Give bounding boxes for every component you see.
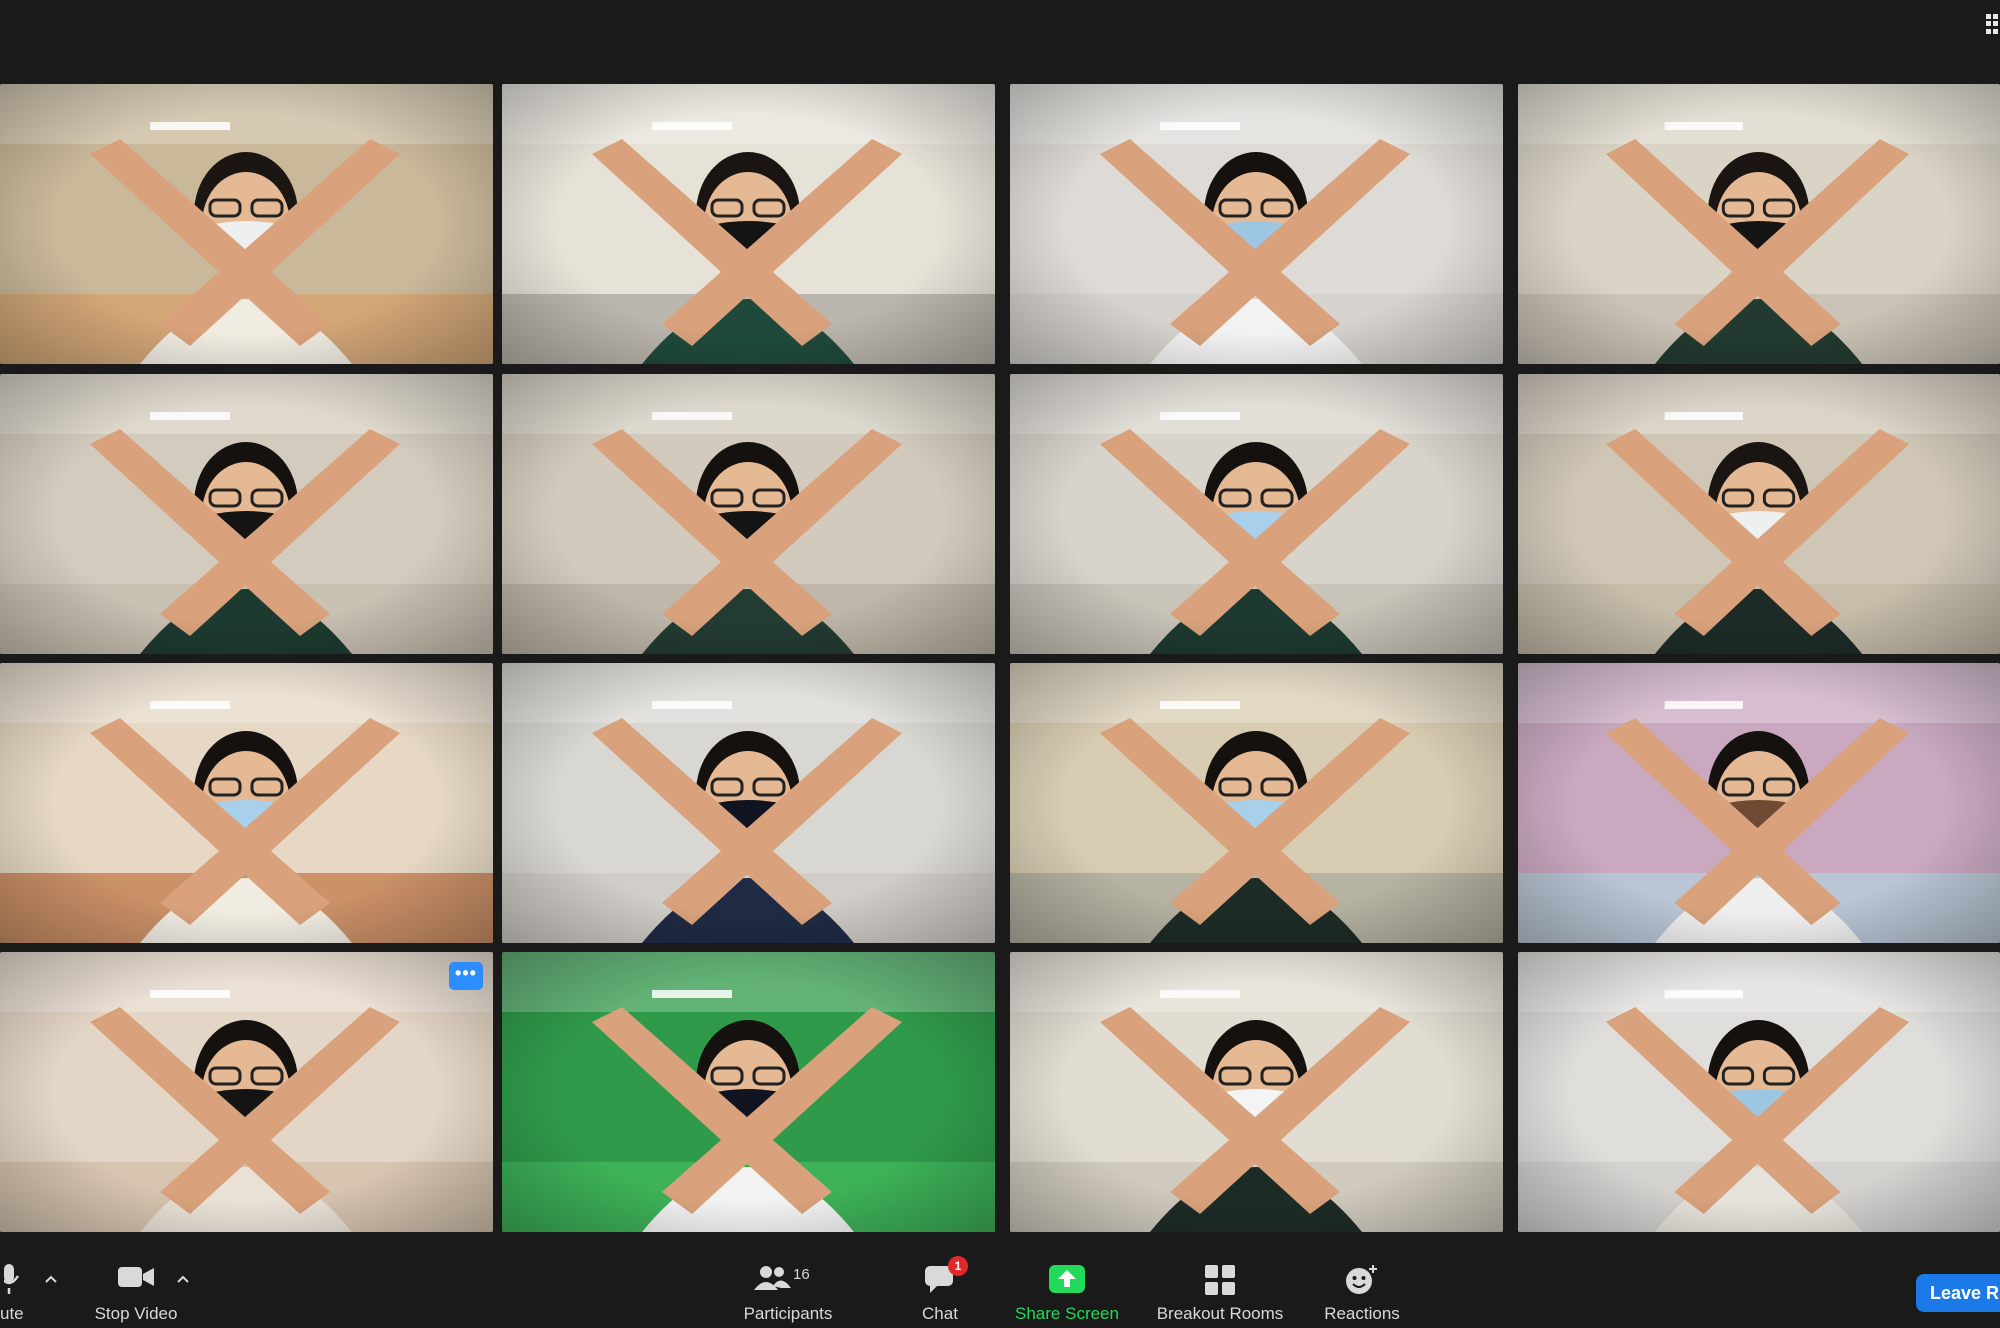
participant-video-frame (1010, 952, 1503, 1232)
ceiling-light (1160, 990, 1240, 998)
participant-video-tile[interactable] (1010, 84, 1503, 364)
ceiling (1010, 663, 1503, 723)
ceiling-light (1664, 122, 1743, 130)
participants-icon-wrap: 16 (753, 1264, 823, 1294)
participant-video-frame (1518, 374, 2000, 654)
participant-video-frame (502, 663, 995, 943)
more-options-button[interactable]: ••• (449, 962, 483, 990)
ceiling (502, 952, 995, 1012)
breakout-rooms-button[interactable]: Breakout Rooms (1146, 1244, 1294, 1328)
ceiling (1518, 374, 2000, 434)
ceiling (0, 374, 493, 434)
reactions-label: Reactions (1324, 1304, 1400, 1323)
chat-unread-badge: 1 (948, 1256, 968, 1276)
ceiling-light (1160, 122, 1240, 130)
share-screen-arrow-icon (1049, 1265, 1085, 1293)
stop-video-label: Stop Video (94, 1304, 178, 1323)
ceiling (502, 663, 995, 723)
ceiling (1518, 84, 2000, 144)
ceiling-light (150, 412, 230, 420)
participants-count: 16 (793, 1266, 810, 1283)
ceiling-light (652, 412, 732, 420)
video-camera-icon (118, 1267, 154, 1287)
participant-video-frame (1518, 952, 2000, 1232)
participant-video-tile[interactable] (502, 952, 995, 1232)
participant-video-tile[interactable] (0, 374, 493, 654)
mute-button[interactable]: ute (0, 1244, 40, 1328)
ceiling-light (1160, 412, 1240, 420)
ceiling (502, 374, 995, 434)
participant-video-frame (1010, 374, 1503, 654)
ceiling (0, 663, 493, 723)
ceiling (0, 952, 493, 1012)
chevron-up-icon[interactable] (44, 1274, 58, 1284)
mute-label: ute (0, 1304, 24, 1323)
participant-video-frame (1010, 663, 1503, 943)
chat-label: Chat (922, 1304, 958, 1323)
participant-video-frame (0, 663, 493, 943)
participant-video-tile[interactable] (0, 663, 493, 943)
share-screen-label: Share Screen (1015, 1304, 1119, 1323)
chevron-up-icon[interactable] (176, 1274, 190, 1284)
participant-video-frame (1518, 84, 2000, 364)
chat-button[interactable]: 1 Chat (900, 1244, 980, 1328)
ceiling (502, 84, 995, 144)
ceiling-light (150, 701, 230, 709)
ceiling-light (1664, 990, 1743, 998)
participant-video-frame (502, 952, 995, 1232)
stop-video-button[interactable]: Stop Video (86, 1244, 186, 1328)
reactions-button[interactable]: Reactions (1314, 1244, 1410, 1328)
participant-video-tile[interactable] (1010, 952, 1503, 1232)
participant-video-frame (1010, 84, 1503, 364)
breakout-rooms-label: Breakout Rooms (1156, 1304, 1284, 1323)
ceiling-light (652, 990, 732, 998)
ceiling-light (1664, 701, 1743, 709)
ceiling (1010, 952, 1503, 1012)
ceiling-light (150, 122, 230, 130)
participant-video-tile[interactable] (1518, 374, 2000, 654)
microphone-icon (4, 1264, 20, 1294)
ceiling (1518, 663, 2000, 723)
participant-video-frame (1518, 663, 2000, 943)
zoom-meeting-window: ••• ute Stop Video 16 Participants 1 Cha… (0, 0, 2000, 1328)
participant-video-frame (0, 374, 493, 654)
participant-video-tile[interactable] (1010, 663, 1503, 943)
share-screen-button[interactable]: Share Screen (1007, 1244, 1127, 1328)
participant-video-tile[interactable] (0, 84, 493, 364)
participant-video-tile[interactable] (1010, 374, 1503, 654)
participant-video-frame (0, 84, 493, 364)
participants-icon (754, 1266, 791, 1290)
ceiling (1010, 84, 1503, 144)
participant-video-tile[interactable] (502, 663, 995, 943)
ceiling (0, 84, 493, 144)
grid-squares-icon (1205, 1265, 1235, 1295)
participant-video-tile[interactable] (1518, 84, 2000, 364)
ceiling (1010, 374, 1503, 434)
chat-icon-wrap: 1 (924, 1256, 968, 1294)
top-bar (0, 0, 2000, 82)
ceiling (1518, 952, 2000, 1012)
participant-video-frame (502, 84, 995, 364)
gallery-view-icon[interactable] (1986, 14, 2000, 34)
ceiling-light (652, 701, 732, 709)
ceiling-light (1664, 412, 1743, 420)
meeting-toolbar: ute Stop Video 16 Participants 1 Chat Sh… (0, 1244, 2000, 1328)
participant-video-tile[interactable] (502, 374, 995, 654)
leave-button[interactable]: Leave R (1916, 1274, 2000, 1312)
participant-video-tile[interactable] (1518, 952, 2000, 1232)
ceiling-light (1160, 701, 1240, 709)
ceiling-light (652, 122, 732, 130)
participants-button[interactable]: 16 Participants (733, 1244, 843, 1328)
participants-label: Participants (743, 1304, 833, 1323)
smiley-plus-icon (1346, 1265, 1377, 1294)
ceiling-light (150, 990, 230, 998)
participant-video-frame (0, 952, 493, 1232)
participant-video-tile[interactable] (502, 84, 995, 364)
participant-video-tile[interactable]: ••• (0, 952, 493, 1232)
participant-video-frame (502, 374, 995, 654)
participant-video-tile[interactable] (1518, 663, 2000, 943)
